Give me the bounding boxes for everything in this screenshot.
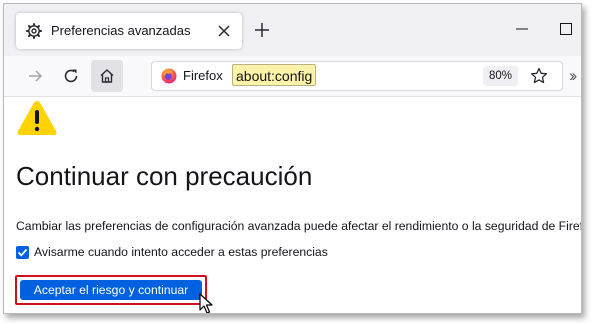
tab-strip: Preferencias avanzadas (4, 4, 581, 56)
warn-on-access-checkbox[interactable] (16, 246, 29, 259)
warn-on-access-label[interactable]: Avisarme cuando intento acceder a estas … (34, 245, 328, 259)
reload-icon[interactable] (63, 68, 79, 84)
forward-arrow-icon[interactable] (27, 68, 43, 84)
highlight-outline: Aceptar el riesgo y continuar (15, 275, 207, 305)
warning-description: Cambiar las preferencias de configuració… (16, 219, 582, 233)
maximize-icon[interactable] (560, 23, 572, 35)
page-title: Continuar con precaución (16, 161, 313, 191)
gear-icon (26, 23, 42, 39)
close-icon[interactable] (217, 24, 231, 38)
browser-window: Preferencias avanzadas Firefox about:con… (3, 3, 582, 314)
new-tab-icon[interactable] (255, 23, 269, 37)
url-text[interactable]: about:config (232, 64, 317, 86)
tab-preferencias-avanzadas[interactable]: Preferencias avanzadas (16, 13, 242, 49)
warning-icon (17, 101, 57, 135)
overflow-chevron-icon[interactable]: ›› (569, 66, 578, 86)
tab-title: Preferencias avanzadas (51, 23, 191, 38)
zoom-badge[interactable]: 80% (483, 66, 519, 86)
accept-risk-button[interactable]: Aceptar el riesgo y continuar (20, 280, 202, 300)
home-button[interactable] (91, 60, 123, 92)
firefox-logo-icon (161, 68, 177, 84)
mouse-cursor-icon (199, 293, 213, 313)
bookmark-star-icon[interactable] (530, 67, 548, 85)
checkmark-icon (17, 248, 28, 257)
home-icon (100, 69, 114, 83)
url-bar[interactable]: Firefox about:config 80% (151, 61, 563, 91)
navigation-bar: Firefox about:config 80% ›› (4, 56, 581, 97)
minimize-icon[interactable] (516, 23, 528, 35)
identity-label: Firefox (183, 68, 223, 83)
